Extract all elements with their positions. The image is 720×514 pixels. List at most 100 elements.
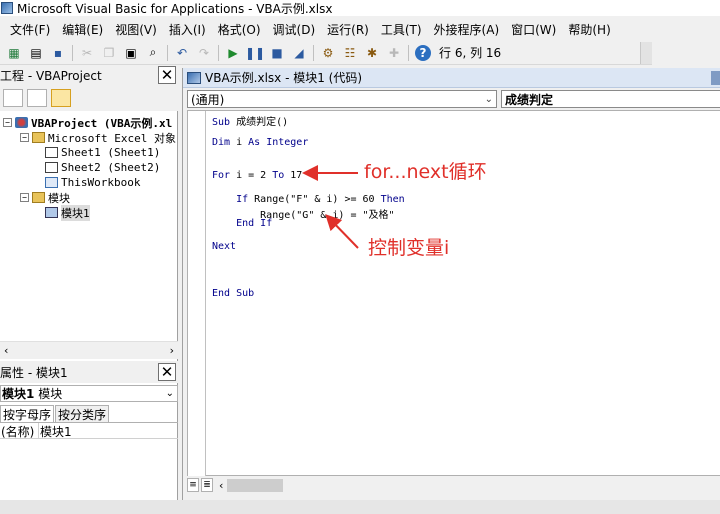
tree-collapse-icon[interactable]: − bbox=[20, 133, 29, 142]
object-type: 模块 bbox=[38, 387, 63, 401]
chevron-down-icon[interactable]: ⌄ bbox=[166, 388, 174, 399]
tree-collapse-icon[interactable]: − bbox=[20, 193, 29, 202]
folder-icon bbox=[32, 132, 45, 143]
full-module-view-icon[interactable]: ≣ bbox=[201, 478, 213, 492]
project-icon bbox=[15, 117, 28, 128]
tree-item-label: ThisWorkbook bbox=[61, 176, 141, 189]
menu-format[interactable]: 格式(O) bbox=[218, 21, 261, 38]
object-combo[interactable]: (通用) ⌄ bbox=[187, 90, 497, 108]
project-explorer-title: 工程 - VBAProject bbox=[0, 68, 102, 83]
menu-debug[interactable]: 调试(D) bbox=[273, 21, 316, 38]
toolbar-separator bbox=[408, 44, 409, 61]
for-loop-annotation: for...next循环 bbox=[364, 161, 487, 183]
tree-item-label: VBAProject (VBA示例.xl bbox=[31, 116, 173, 130]
procedure-combo-value: 成绩判定 bbox=[505, 92, 554, 107]
toggle-folders-icon[interactable] bbox=[51, 89, 71, 107]
tree-item[interactable]: − VBAProject (VBA示例.xl bbox=[3, 115, 172, 130]
tree-item[interactable]: − 模块 bbox=[20, 190, 70, 205]
menu-edit[interactable]: 编辑(E) bbox=[62, 21, 103, 38]
properties-tabs: 按字母序 按分类序 bbox=[0, 404, 178, 422]
tree-item-label: 模块 bbox=[48, 191, 70, 205]
horizontal-scroll-track[interactable] bbox=[283, 478, 720, 492]
code-window-title-bar: VBA示例.xlsx - 模块1 (代码) bbox=[183, 68, 720, 88]
redo-icon[interactable]: ↷ bbox=[196, 45, 212, 61]
tree-item-label: Sheet2 (Sheet2) bbox=[61, 161, 161, 174]
object-selector[interactable]: 模块1 模块 ⌄ bbox=[0, 385, 178, 402]
tree-collapse-icon[interactable]: − bbox=[3, 118, 12, 127]
module-icon bbox=[45, 207, 58, 218]
menu-help[interactable]: 帮助(H) bbox=[568, 21, 610, 38]
chevron-down-icon[interactable]: ⌄ bbox=[485, 94, 493, 105]
run-icon[interactable]: ▶ bbox=[225, 45, 241, 61]
menu-view[interactable]: 视图(V) bbox=[115, 21, 157, 38]
project-explorer-header: 工程 - VBAProject ✕ bbox=[0, 65, 178, 85]
tree-item[interactable]: ThisWorkbook bbox=[42, 175, 140, 190]
copy-icon[interactable]: ❐ bbox=[101, 45, 117, 61]
tree-item-label: Sheet1 (Sheet1) bbox=[61, 146, 161, 159]
tree-item[interactable]: − Microsoft Excel 对象 bbox=[20, 130, 176, 145]
sheet-icon bbox=[45, 147, 58, 158]
properties-icon[interactable]: ☷ bbox=[342, 45, 358, 61]
procedure-combo[interactable]: 成绩判定 bbox=[501, 90, 720, 108]
save-icon[interactable]: ▪ bbox=[50, 45, 66, 61]
menu-file[interactable]: 文件(F) bbox=[10, 21, 50, 38]
design-mode-icon[interactable]: ◢ bbox=[291, 45, 307, 61]
scroll-left-icon[interactable]: ‹ bbox=[219, 479, 223, 492]
menu-bar: 文件(F) 编辑(E) 视图(V) 插入(I) 格式(O) 调试(D) 运行(R… bbox=[0, 17, 720, 41]
toolbar-grip[interactable] bbox=[640, 42, 652, 64]
vba-app-icon bbox=[1, 2, 13, 14]
menu-tools[interactable]: 工具(T) bbox=[381, 21, 422, 38]
sheet-icon bbox=[45, 162, 58, 173]
menu-addins[interactable]: 外接程序(A) bbox=[434, 21, 500, 38]
help-icon[interactable]: ? bbox=[415, 44, 431, 61]
undo-icon[interactable]: ↶ bbox=[174, 45, 190, 61]
property-row[interactable]: (名称) 模块1 bbox=[0, 423, 178, 439]
horizontal-scroll-thumb[interactable] bbox=[227, 478, 284, 492]
scroll-left-icon[interactable]: ‹ bbox=[4, 344, 8, 357]
toolbar-separator bbox=[72, 44, 73, 61]
paste-icon[interactable]: ▣ bbox=[123, 45, 139, 61]
project-explorer-icon[interactable]: ⚙ bbox=[320, 45, 336, 61]
control-variable-annotation: 控制变量i bbox=[368, 237, 450, 259]
close-icon[interactable]: ✕ bbox=[158, 66, 176, 84]
project-horizontal-scrollbar[interactable]: ‹ › bbox=[0, 341, 178, 359]
toolbar-separator bbox=[167, 44, 168, 61]
properties-title: 属性 - 模块1 bbox=[0, 365, 68, 380]
code-editor[interactable]: Sub 成绩判定() Dim i As Integer For i = 2 To… bbox=[187, 110, 720, 477]
find-icon[interactable]: ⌕ bbox=[145, 45, 161, 61]
view-code-icon[interactable] bbox=[3, 89, 23, 107]
menu-run[interactable]: 运行(R) bbox=[327, 21, 369, 38]
tab-alphabetic[interactable]: 按字母序 bbox=[0, 405, 55, 422]
view-excel-icon[interactable]: ▦ bbox=[6, 45, 22, 61]
title-bar: Microsoft Visual Basic for Applications … bbox=[0, 0, 720, 16]
reset-icon[interactable]: ■ bbox=[269, 45, 285, 61]
tab-categorized[interactable]: 按分类序 bbox=[55, 405, 110, 422]
tree-item[interactable]: Sheet1 (Sheet1) bbox=[42, 145, 160, 160]
workbook-icon bbox=[45, 177, 58, 188]
procedure-view-icon[interactable]: ≡ bbox=[187, 478, 199, 492]
insert-module-icon[interactable]: ▤ bbox=[28, 45, 44, 61]
object-browser-icon[interactable]: ✱ bbox=[364, 45, 380, 61]
toolbar-separator bbox=[218, 44, 219, 61]
property-value[interactable]: 模块1 bbox=[39, 423, 72, 439]
menu-window[interactable]: 窗口(W) bbox=[511, 21, 556, 38]
project-tree: − VBAProject (VBA示例.xl − Microsoft Excel 对象… bbox=[0, 113, 178, 341]
tree-item-label: Microsoft Excel 对象 bbox=[48, 131, 176, 145]
toolbox-icon[interactable]: ✚ bbox=[386, 45, 402, 61]
object-combo-value: (通用) bbox=[191, 92, 225, 107]
window-control-button[interactable] bbox=[711, 71, 720, 85]
tree-item[interactable]: 模块1 bbox=[42, 204, 90, 221]
cut-icon[interactable]: ✂ bbox=[79, 45, 95, 61]
code-bottom-bar: ≡ ≣ ‹ bbox=[187, 476, 720, 494]
toolbar-separator bbox=[313, 44, 314, 61]
property-name: (名称) bbox=[0, 423, 39, 438]
tree-item[interactable]: Sheet2 (Sheet2) bbox=[42, 160, 160, 175]
menu-insert[interactable]: 插入(I) bbox=[169, 21, 206, 38]
tree-item-label: 模块1 bbox=[61, 204, 90, 221]
view-object-icon[interactable] bbox=[27, 89, 47, 107]
cursor-position: 行 6, 列 16 bbox=[439, 46, 502, 60]
break-icon[interactable]: ❚❚ bbox=[245, 45, 265, 61]
code-window-title: VBA示例.xlsx - 模块1 (代码) bbox=[205, 71, 363, 85]
scroll-right-icon[interactable]: › bbox=[170, 344, 174, 357]
close-icon[interactable]: ✕ bbox=[158, 363, 176, 381]
